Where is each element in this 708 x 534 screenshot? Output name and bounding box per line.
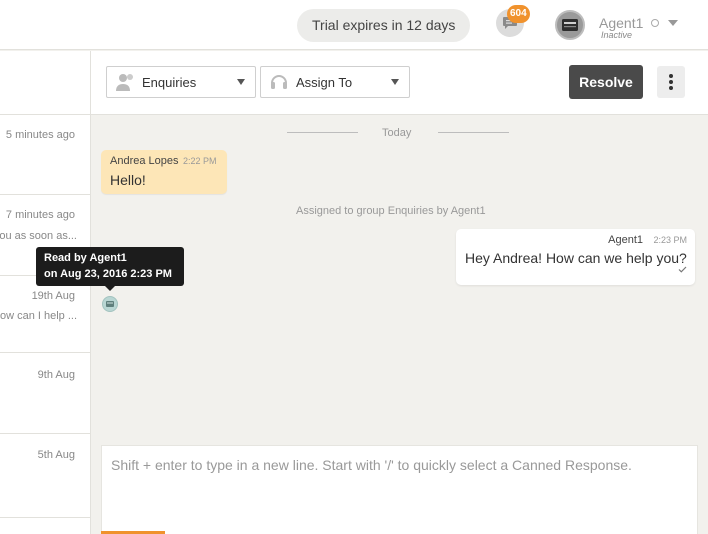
tooltip-arrow bbox=[105, 286, 115, 291]
group-select[interactable]: Enquiries bbox=[106, 66, 256, 98]
message-sender: Agent1 bbox=[608, 234, 643, 246]
read-check-icon bbox=[678, 266, 687, 273]
day-divider-line bbox=[438, 132, 509, 133]
message-input[interactable] bbox=[102, 446, 697, 532]
group-users-icon bbox=[116, 74, 133, 91]
conversation-preview: ou as soon as... bbox=[0, 230, 77, 242]
conversation-time: 5th Aug bbox=[37, 449, 75, 461]
read-receipt-tooltip: Read by Agent1 on Aug 23, 2016 2:23 PM bbox=[36, 247, 184, 286]
status-indicator-icon bbox=[651, 19, 659, 27]
resolve-button[interactable]: Resolve bbox=[569, 65, 643, 99]
incoming-message: Andrea Lopes 2:22 PM Hello! bbox=[101, 150, 227, 194]
conversation-preview: ow can I help ... bbox=[0, 310, 77, 322]
conversation-time: 7 minutes ago bbox=[5, 209, 75, 221]
agent-name[interactable]: Agent1 bbox=[599, 15, 643, 31]
more-dot bbox=[669, 86, 673, 90]
more-dot bbox=[669, 74, 673, 78]
read-receipt-avatar[interactable] bbox=[102, 296, 118, 312]
chat-toolbar: Enquiries Assign To Resolve bbox=[91, 51, 708, 115]
message-text: Hey Andrea! How can we help you? bbox=[465, 250, 687, 266]
tooltip-line: on Aug 23, 2016 2:23 PM bbox=[44, 268, 172, 280]
id-card-icon bbox=[562, 19, 578, 31]
group-select-value: Enquiries bbox=[142, 75, 197, 90]
conversation-time: 9th Aug bbox=[37, 369, 75, 381]
message-sender: Andrea Lopes bbox=[110, 155, 179, 167]
conversation-list-header bbox=[0, 51, 90, 115]
more-dot bbox=[669, 80, 673, 84]
conversation-list-item[interactable]: 5 minutes ago bbox=[0, 115, 90, 195]
conversation-list-item[interactable]: 19th Aug ow can I help ... bbox=[0, 276, 90, 353]
agent-avatar[interactable] bbox=[555, 10, 585, 40]
day-divider-line bbox=[287, 132, 358, 133]
tooltip-line: Read by Agent1 bbox=[44, 252, 127, 264]
chevron-down-icon bbox=[237, 79, 245, 85]
conversation-list-item[interactable]: 9th Aug bbox=[0, 353, 90, 434]
conversation-list-item[interactable]: 5th Aug bbox=[0, 434, 90, 518]
chevron-down-icon bbox=[391, 79, 399, 85]
notification-count-badge: 604 bbox=[507, 5, 530, 23]
conversation-time: 5 minutes ago bbox=[5, 129, 75, 141]
conversation-time: 19th Aug bbox=[31, 290, 75, 302]
message-time: 2:23 PM bbox=[653, 235, 687, 245]
trial-banner[interactable]: Trial expires in 12 days bbox=[297, 9, 471, 42]
assign-to-value: Assign To bbox=[296, 75, 353, 90]
system-event-message: Assigned to group Enquiries by Agent1 bbox=[296, 205, 486, 217]
agent-status-label: Inactive bbox=[601, 30, 633, 40]
top-header: Trial expires in 12 days 604 Agent1 Inac… bbox=[0, 0, 708, 50]
outgoing-message: Agent1 2:23 PM Hey Andrea! How can we he… bbox=[456, 229, 695, 285]
message-composer bbox=[101, 445, 698, 534]
id-card-icon bbox=[106, 301, 114, 307]
message-time: 2:22 PM bbox=[183, 156, 217, 166]
day-divider-label: Today bbox=[382, 127, 412, 139]
conversation-list: 5 minutes ago 7 minutes ago ou as soon a… bbox=[0, 51, 91, 534]
message-text: Hello! bbox=[110, 172, 146, 188]
assign-to-select[interactable]: Assign To bbox=[260, 66, 410, 98]
headset-icon bbox=[271, 75, 287, 89]
agent-menu-chevron-down-icon[interactable] bbox=[668, 20, 678, 26]
more-options-button[interactable] bbox=[657, 66, 685, 98]
